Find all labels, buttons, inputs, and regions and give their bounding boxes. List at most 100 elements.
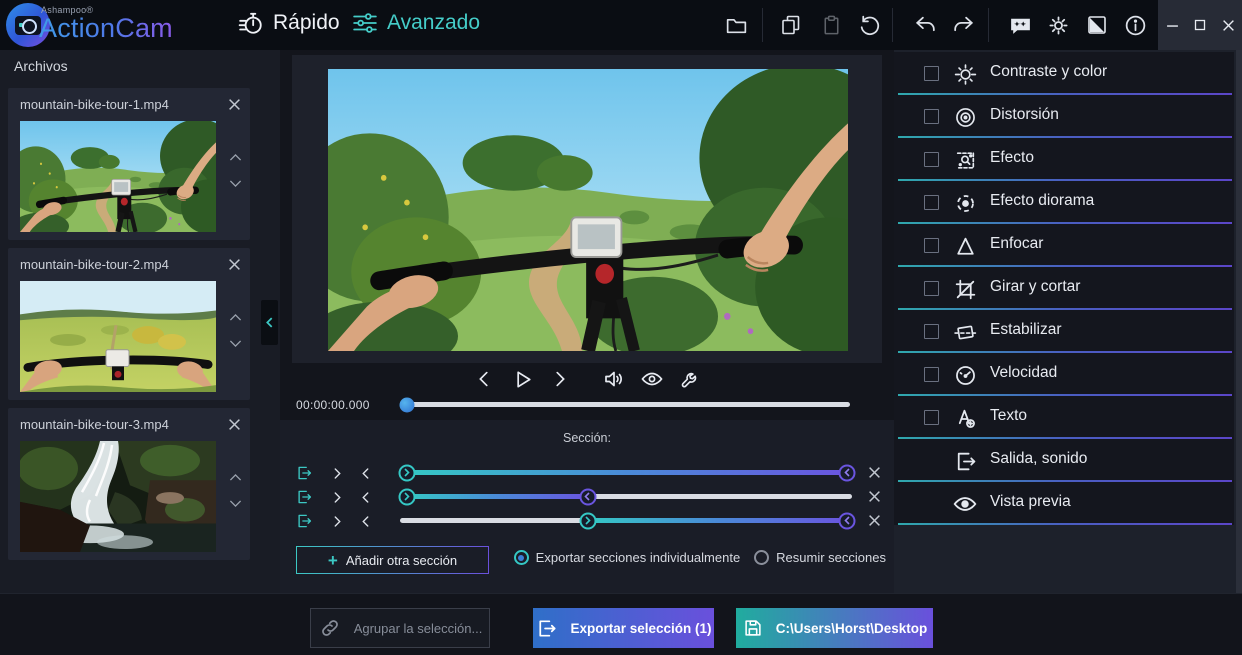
- theme-contrast-icon[interactable]: [1084, 12, 1110, 38]
- effect-checkbox[interactable]: [924, 66, 939, 81]
- move-up-icon[interactable]: [225, 308, 245, 326]
- effect-row-texto[interactable]: Texto: [894, 396, 1234, 439]
- move-down-icon[interactable]: [225, 174, 245, 192]
- effect-row-enfocar[interactable]: Enfocar: [894, 224, 1234, 267]
- volume-icon[interactable]: [602, 367, 627, 392]
- preview-eye-icon[interactable]: [640, 367, 665, 392]
- effect-checkbox[interactable]: [924, 195, 939, 210]
- group-selection-button[interactable]: Agrupar la selección...: [310, 608, 490, 648]
- effect-checkbox[interactable]: [924, 324, 939, 339]
- footer-bar: Agrupar la selección... Exportar selecci…: [0, 593, 1242, 655]
- effect-label: Velocidad: [990, 364, 1057, 382]
- export-section-icon[interactable]: [294, 463, 314, 483]
- effect-row-vista-previa[interactable]: Vista previa: [894, 482, 1234, 525]
- range-end-handle[interactable]: [839, 464, 856, 481]
- set-start-icon[interactable]: [328, 464, 346, 482]
- playhead-thumb[interactable]: [399, 397, 414, 412]
- save-floppy-icon: [742, 617, 764, 639]
- previous-frame-icon[interactable]: [472, 367, 497, 392]
- file-card-3[interactable]: mountain-bike-tour-3.mp4: [8, 408, 250, 560]
- radio-merge-sections[interactable]: Resumir secciones: [754, 550, 886, 565]
- playhead-track[interactable]: [400, 402, 850, 407]
- focus-triangle-icon: [952, 233, 978, 259]
- output-sound-icon: [952, 448, 978, 474]
- redo-icon[interactable]: [950, 12, 976, 38]
- export-icon: [535, 617, 558, 640]
- effects-scrollbar[interactable]: [1236, 50, 1242, 593]
- section-range-slider[interactable]: [400, 470, 852, 475]
- move-up-icon[interactable]: [225, 468, 245, 486]
- effect-checkbox[interactable]: [924, 281, 939, 296]
- export-selection-button[interactable]: Exportar selección (1): [533, 608, 714, 648]
- range-end-handle[interactable]: [839, 512, 856, 529]
- set-start-icon[interactable]: [328, 488, 346, 506]
- paste-icon[interactable]: [818, 12, 844, 38]
- section-row-3: [280, 509, 894, 533]
- effect-row-girar-cortar[interactable]: Girar y cortar: [894, 267, 1234, 310]
- effect-row-diorama[interactable]: Efecto diorama: [894, 181, 1234, 224]
- effect-row-contraste[interactable]: Contraste y color: [894, 52, 1234, 95]
- move-down-icon[interactable]: [225, 494, 245, 512]
- remove-section-icon[interactable]: [866, 464, 882, 480]
- remove-file-icon[interactable]: [226, 416, 242, 432]
- folder-open-icon[interactable]: [723, 12, 749, 38]
- file-thumbnail[interactable]: [20, 441, 216, 552]
- remove-file-icon[interactable]: [226, 96, 242, 112]
- set-end-icon[interactable]: [356, 488, 374, 506]
- next-frame-icon[interactable]: [548, 367, 573, 392]
- undo-icon[interactable]: [912, 12, 938, 38]
- remove-section-icon[interactable]: [866, 512, 882, 528]
- range-start-handle[interactable]: [398, 488, 415, 505]
- info-icon[interactable]: [1122, 12, 1148, 38]
- effect-checkbox[interactable]: [924, 410, 939, 425]
- set-start-icon[interactable]: [328, 512, 346, 530]
- tab-avanzado[interactable]: Avanzado: [352, 10, 480, 36]
- move-down-icon[interactable]: [225, 334, 245, 352]
- minimize-icon[interactable]: [1158, 0, 1186, 50]
- range-start-handle[interactable]: [579, 512, 596, 529]
- tools-wrench-icon[interactable]: [678, 367, 703, 392]
- effect-checkbox[interactable]: [924, 238, 939, 253]
- effect-checkbox[interactable]: [924, 152, 939, 167]
- tab-rapido[interactable]: Rápido: [238, 10, 340, 36]
- remove-section-icon[interactable]: [866, 488, 882, 504]
- add-section-button[interactable]: + Añadir otra sección: [296, 546, 489, 574]
- range-end-handle[interactable]: [579, 488, 596, 505]
- playback-controls: [280, 364, 894, 394]
- file-thumbnail[interactable]: [20, 281, 216, 392]
- radio-export-individual[interactable]: Exportar secciones individualmente: [514, 550, 741, 565]
- effect-checkbox[interactable]: [924, 109, 939, 124]
- sidebar-collapse-icon[interactable]: [261, 300, 278, 345]
- export-section-icon[interactable]: [294, 487, 314, 507]
- feedback-icon[interactable]: [1007, 12, 1033, 38]
- file-card-2[interactable]: mountain-bike-tour-2.mp4: [8, 248, 250, 400]
- effect-checkbox[interactable]: [924, 367, 939, 382]
- play-icon[interactable]: [510, 367, 535, 392]
- section-range-slider[interactable]: [400, 518, 852, 523]
- set-end-icon[interactable]: [356, 464, 374, 482]
- section-range-slider[interactable]: [400, 494, 852, 499]
- effect-row-salida-sonido[interactable]: Salida, sonido: [894, 439, 1234, 482]
- effect-row-efecto[interactable]: Efecto: [894, 138, 1234, 181]
- reset-icon[interactable]: [856, 12, 882, 38]
- range-start-handle[interactable]: [398, 464, 415, 481]
- rotate-crop-icon: [952, 276, 978, 302]
- effect-row-estabilizar[interactable]: Estabilizar: [894, 310, 1234, 353]
- close-icon[interactable]: [1214, 0, 1242, 50]
- move-up-icon[interactable]: [225, 148, 245, 166]
- file-card-1[interactable]: mountain-bike-tour-1.mp4: [8, 88, 250, 240]
- section-row-1: [280, 461, 894, 485]
- effect-frame-icon: [952, 147, 978, 173]
- settings-gear-icon[interactable]: [1045, 12, 1071, 38]
- set-end-icon[interactable]: [356, 512, 374, 530]
- file-thumbnail[interactable]: [20, 121, 216, 232]
- copy-icon[interactable]: [778, 12, 804, 38]
- export-section-icon[interactable]: [294, 511, 314, 531]
- effect-row-distorsion[interactable]: Distorsión: [894, 95, 1234, 138]
- effect-row-velocidad[interactable]: Velocidad: [894, 353, 1234, 396]
- timecode: 00:00:00.000: [296, 398, 370, 412]
- video-preview[interactable]: [328, 69, 848, 351]
- remove-file-icon[interactable]: [226, 256, 242, 272]
- output-path-button[interactable]: C:\Users\Horst\Desktop: [736, 608, 933, 648]
- maximize-icon[interactable]: [1186, 0, 1214, 50]
